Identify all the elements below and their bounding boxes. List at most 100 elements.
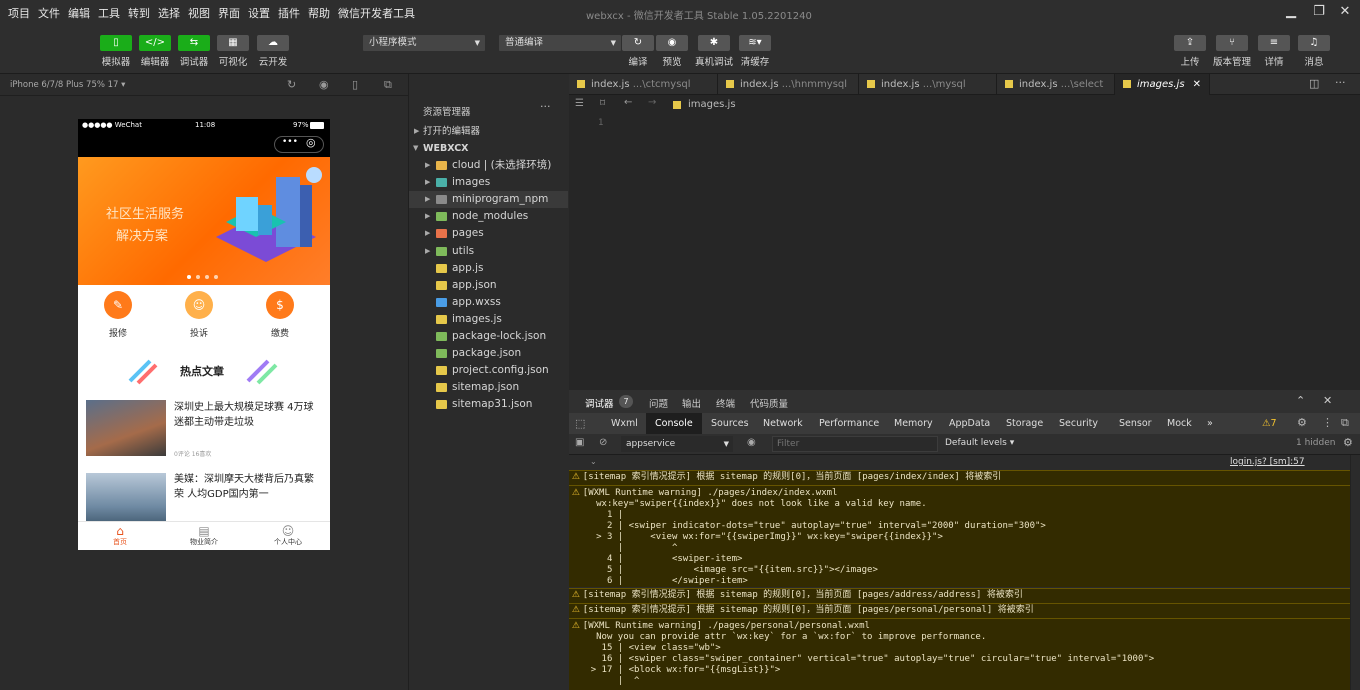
menu-edit[interactable]: 编辑 [68, 5, 90, 21]
compile-select[interactable]: 普通编译 ▼ [499, 35, 621, 51]
menu-wechat-devtools[interactable]: 微信开发者工具 [338, 5, 415, 21]
bookmark-icon[interactable]: ⌑ [600, 98, 605, 109]
forward-icon[interactable]: → [648, 97, 656, 108]
tab-wxml[interactable]: Wxml [611, 413, 638, 434]
tab-console[interactable]: Console [646, 413, 702, 434]
menu-goto[interactable]: 转到 [128, 5, 150, 21]
file-item[interactable]: project.config.json [409, 362, 568, 379]
gear-icon[interactable]: ⚙ [1297, 416, 1307, 429]
list-icon[interactable]: ☰ [575, 98, 584, 109]
minimize-icon[interactable]: ▁ [1284, 5, 1298, 19]
source-link[interactable]: login.js? [sm]:57 [1230, 457, 1305, 467]
more-icon[interactable]: ••• [282, 137, 298, 147]
file-item[interactable]: sitemap.json [409, 379, 568, 396]
console-scrollbar[interactable] [1350, 455, 1360, 690]
project-section[interactable]: ▼ WEBXCX [409, 140, 568, 157]
file-item[interactable]: app.json [409, 277, 568, 294]
more-vertical-icon[interactable]: ⋮ [1322, 416, 1333, 429]
folder-item[interactable]: ▶ cloud | (未选择环境) [409, 157, 568, 174]
article-title[interactable]: 深圳史上最大规模足球赛 4万球迷都主动带走垃圾 [174, 400, 322, 430]
dock-icon[interactable]: ⧉ [1341, 416, 1349, 430]
eye-icon[interactable]: ◉ [747, 437, 756, 448]
article-image[interactable] [86, 400, 166, 456]
folder-item[interactable]: ▶ utils [409, 243, 568, 260]
upload-button[interactable]: ⇪ 上传 [1172, 35, 1208, 68]
tab-network[interactable]: Network [763, 413, 803, 434]
file-item[interactable]: package-lock.json [409, 328, 568, 345]
tab-code-quality[interactable]: 代码质量 [750, 396, 788, 410]
back-icon[interactable]: ← [624, 97, 632, 108]
close-target-icon[interactable]: ◎ [306, 136, 316, 149]
file-item[interactable]: app.js [409, 260, 568, 277]
tab-appdata[interactable]: AppData [949, 413, 990, 434]
maximize-icon[interactable]: ❐ [1312, 5, 1326, 19]
tab-home[interactable]: ⌂ 首页 [90, 524, 150, 547]
editor-area[interactable] [569, 74, 1360, 390]
menu-settings[interactable]: 设置 [248, 5, 270, 21]
preview-button[interactable]: ◉ 预览 [654, 35, 690, 68]
tab-mock[interactable]: Mock [1167, 413, 1192, 434]
tab-storage[interactable]: Storage [1006, 413, 1043, 434]
warning-count[interactable]: ⚠7 [1262, 413, 1277, 434]
file-item[interactable]: images.js [409, 311, 568, 328]
file-item[interactable]: app.wxss [409, 294, 568, 311]
menu-project[interactable]: 项目 [8, 5, 30, 21]
gear-icon[interactable]: ⚙ [1343, 436, 1353, 449]
clear-icon[interactable]: ⊘ [599, 437, 607, 448]
close-icon[interactable]: ✕ [1193, 74, 1201, 95]
file-item[interactable]: sitemap31.json [409, 396, 568, 413]
device-select[interactable]: iPhone 6/7/8 Plus 75% 17 ▾ [10, 80, 125, 90]
tab-sensor[interactable]: Sensor [1119, 413, 1152, 434]
messages-button[interactable]: ♫ 消息 [1296, 35, 1332, 68]
log-levels-select[interactable]: Default levels ▾ [945, 438, 1014, 448]
window-icon[interactable]: ⧉ [384, 78, 392, 92]
more-tabs-icon[interactable]: » [1207, 413, 1213, 434]
tab-security[interactable]: Security [1059, 413, 1098, 434]
cloud-button[interactable]: ☁ 云开发 [255, 35, 291, 68]
tab-performance[interactable]: Performance [819, 413, 879, 434]
sidebar-toggle-icon[interactable]: ▣ [575, 437, 584, 448]
folder-item[interactable]: ▶ node_modules [409, 208, 568, 225]
tab-index-mysql[interactable]: index.js ...\mysql [859, 74, 997, 95]
close-icon[interactable]: ✕ [1323, 394, 1332, 407]
clear-cache-button[interactable]: ≋▾ 清缓存 [737, 35, 773, 68]
version-button[interactable]: ⑂ 版本管理 [1213, 35, 1251, 68]
menu-help[interactable]: 帮助 [308, 5, 330, 21]
smile-icon[interactable]: ☺ [185, 291, 213, 319]
menu-interface[interactable]: 界面 [218, 5, 240, 21]
menu-file[interactable]: 文件 [38, 5, 60, 21]
tab-sources[interactable]: Sources [711, 413, 749, 434]
swiper-banner[interactable]: 社区生活服务 解决方案 [78, 157, 330, 285]
tab-memory[interactable]: Memory [894, 413, 933, 434]
tab-index-hnmmysql[interactable]: index.js ...\hnmmysql [718, 74, 859, 95]
mode-select[interactable]: 小程序模式 ▼ [363, 35, 485, 51]
tab-problems[interactable]: 问题 [649, 396, 668, 410]
menu-view[interactable]: 视图 [188, 5, 210, 21]
chevron-up-icon[interactable]: ⌃ [1296, 394, 1305, 407]
phone-icon[interactable]: ▯ [352, 78, 358, 91]
tab-output[interactable]: 输出 [682, 396, 701, 410]
more-icon[interactable]: ··· [540, 100, 551, 113]
split-editor-icon[interactable]: ◫ [1309, 77, 1319, 90]
rotate-icon[interactable]: ↻ [287, 78, 296, 91]
filter-input[interactable] [772, 436, 938, 452]
tab-property[interactable]: ▤ 物业简介 [174, 524, 234, 547]
context-select[interactable]: appservice ▼ [621, 436, 733, 452]
file-item[interactable]: package.json [409, 345, 568, 362]
open-editors-section[interactable]: ▶ 打开的编辑器 [409, 123, 568, 140]
tab-personal[interactable]: ☺ 个人中心 [258, 524, 318, 547]
folder-item[interactable]: ▶ images [409, 174, 568, 191]
tab-debugger[interactable]: 调试器 [585, 396, 614, 410]
tab-terminal[interactable]: 终端 [716, 396, 735, 410]
menu-tools[interactable]: 工具 [98, 5, 120, 21]
inspect-icon[interactable]: ⬚ [575, 417, 585, 430]
more-icon[interactable]: ··· [1335, 76, 1346, 89]
article-title[interactable]: 美媒：深圳摩天大楼背后乃真繁荣 人均GDP国内第一 [174, 472, 322, 502]
coin-icon[interactable]: $ [266, 291, 294, 319]
wrench-icon[interactable]: ✎ [104, 291, 132, 319]
close-icon[interactable]: ✕ [1338, 5, 1352, 19]
folder-item[interactable]: ▶ miniprogram_npm [409, 191, 568, 209]
menu-select[interactable]: 选择 [158, 5, 180, 21]
tab-index-ctcmysql[interactable]: index.js ...\ctcmysql [569, 74, 718, 95]
tab-images-js-active[interactable]: images.js ✕ [1115, 74, 1210, 95]
